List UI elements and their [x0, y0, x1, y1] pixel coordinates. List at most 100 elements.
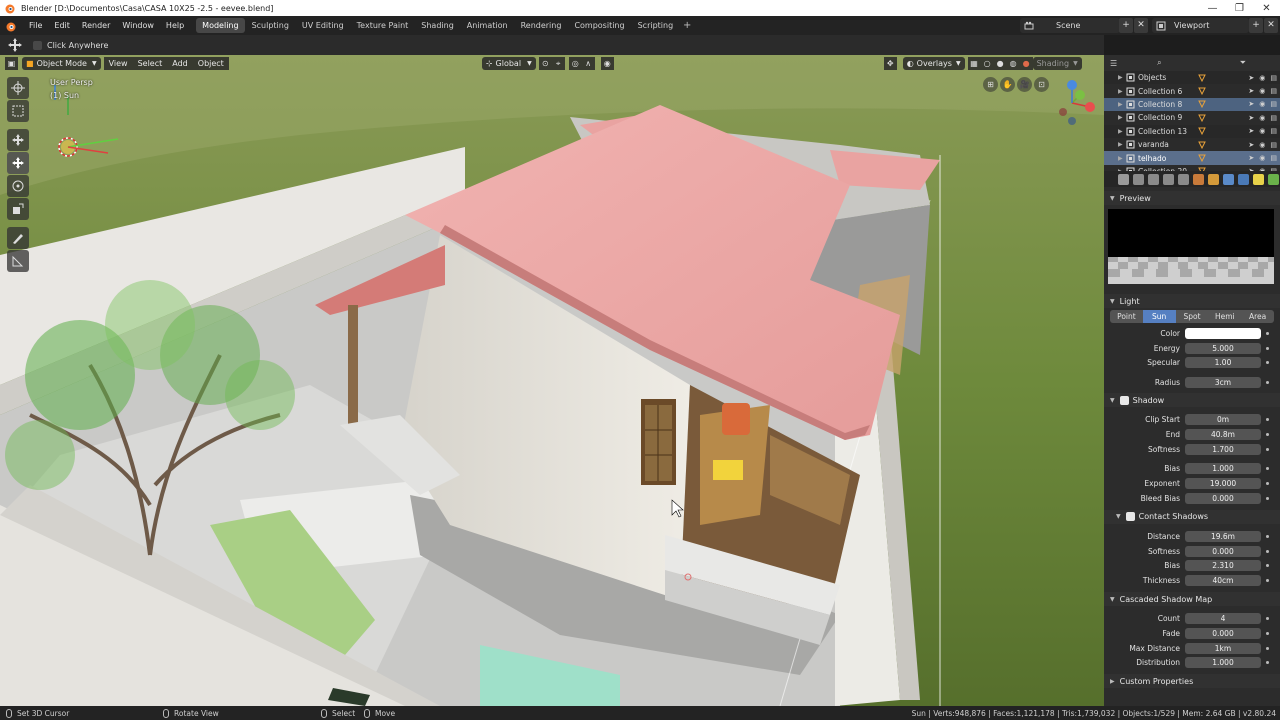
- minimize-button[interactable]: —: [1199, 0, 1226, 16]
- keyframe-dot-icon[interactable]: [1266, 346, 1269, 350]
- keyframe-dot-icon[interactable]: [1266, 381, 1269, 385]
- render-tab-icon[interactable]: [1133, 173, 1144, 185]
- contact-shadows-checkbox[interactable]: [1125, 512, 1135, 522]
- solid-shading-icon[interactable]: ●: [993, 57, 1007, 70]
- select-arrow-icon[interactable]: ➤: [1248, 154, 1254, 162]
- add-workspace-button[interactable]: +: [680, 20, 694, 31]
- cursor-tool[interactable]: [7, 77, 29, 99]
- tab-compositing[interactable]: Compositing: [568, 18, 630, 33]
- pan-view-icon[interactable]: ✋: [1000, 77, 1015, 92]
- overlays-dropdown[interactable]: ◐ Overlays ▼: [902, 57, 965, 70]
- view-layer-tab-icon[interactable]: [1163, 173, 1174, 185]
- annotate-tool[interactable]: [7, 227, 29, 249]
- keyframe-dot-icon[interactable]: [1266, 497, 1269, 501]
- menu-select[interactable]: Select: [132, 57, 168, 70]
- keyframe-dot-icon[interactable]: [1266, 482, 1269, 486]
- zoom-view-icon[interactable]: ⊞: [983, 77, 998, 92]
- falloff-icon[interactable]: ∧: [581, 57, 595, 70]
- expand-arrow-icon[interactable]: ▶: [1118, 114, 1126, 121]
- expand-arrow-icon[interactable]: ▶: [1118, 101, 1126, 108]
- eye-icon[interactable]: ◉: [1259, 74, 1265, 82]
- tab-modeling[interactable]: Modeling: [196, 18, 245, 33]
- exponent-field[interactable]: 19.000: [1185, 478, 1261, 490]
- specular-field[interactable]: 1.00: [1185, 357, 1261, 369]
- shadow-panel-header[interactable]: ▼ Shadow: [1104, 393, 1280, 408]
- shadow-checkbox[interactable]: [1119, 395, 1129, 405]
- camera-render-icon[interactable]: ▤: [1270, 74, 1277, 82]
- shading-dropdown[interactable]: Shading ▼: [1032, 57, 1082, 70]
- orientation-dropdown[interactable]: ⊹ Global ▼: [481, 57, 536, 70]
- select-arrow-icon[interactable]: ➤: [1248, 141, 1254, 149]
- light-data-tab-icon[interactable]: [1253, 173, 1264, 185]
- output-tab-icon[interactable]: [1148, 173, 1159, 185]
- proportional-edit-icon[interactable]: ◎: [568, 57, 582, 70]
- select-arrow-icon[interactable]: ➤: [1248, 127, 1254, 135]
- maximize-button[interactable]: ❐: [1226, 0, 1253, 16]
- keyframe-dot-icon[interactable]: [1266, 631, 1269, 635]
- distance-field[interactable]: 19.6m: [1185, 530, 1261, 542]
- select-arrow-icon[interactable]: ➤: [1248, 74, 1254, 82]
- outliner-row[interactable]: ▶ varanda ➤ ◉ ▤: [1104, 137, 1280, 152]
- camera-render-icon[interactable]: ▤: [1270, 87, 1277, 95]
- tool-tab-icon[interactable]: [1118, 173, 1129, 185]
- color-field[interactable]: [1185, 327, 1261, 339]
- outliner-filter-icon[interactable]: ⏷: [1240, 58, 1246, 68]
- keyframe-dot-icon[interactable]: [1266, 361, 1269, 365]
- tab-rendering[interactable]: Rendering: [515, 18, 568, 33]
- camera-view-icon[interactable]: 🎥: [1017, 77, 1032, 92]
- xray-icon[interactable]: ▦: [967, 57, 981, 70]
- lookdev-shading-icon[interactable]: ◍: [1006, 57, 1020, 70]
- delete-scene-button[interactable]: ✕: [1134, 18, 1148, 33]
- select-box-tool[interactable]: [7, 100, 29, 122]
- close-window-button[interactable]: ✕: [1253, 0, 1280, 16]
- perspective-toggle-icon[interactable]: ⊡: [1034, 77, 1049, 92]
- expand-arrow-icon[interactable]: ▶: [1118, 128, 1126, 135]
- menu-view[interactable]: View: [103, 57, 133, 70]
- fade-field[interactable]: 0.000: [1185, 627, 1261, 639]
- select-arrow-icon[interactable]: ➤: [1248, 87, 1254, 95]
- object-tab-icon[interactable]: [1208, 173, 1219, 185]
- move-tool-icon[interactable]: [7, 37, 23, 53]
- tab-shading[interactable]: Shading: [415, 18, 460, 33]
- outliner-row[interactable]: ▶ Collection 6 ➤ ◉ ▤: [1104, 84, 1280, 98]
- scale-tool[interactable]: [7, 198, 29, 220]
- outliner-row[interactable]: ▶ Collection 13 ➤ ◉ ▤: [1104, 125, 1280, 138]
- keyframe-dot-icon[interactable]: [1266, 549, 1269, 553]
- keyframe-dot-icon[interactable]: [1266, 447, 1269, 451]
- keyframe-dot-icon[interactable]: [1266, 579, 1269, 583]
- eye-icon[interactable]: ◉: [1259, 127, 1265, 135]
- eye-icon[interactable]: ◉: [1259, 87, 1265, 95]
- softness-field[interactable]: 1.700: [1185, 443, 1261, 455]
- scene-render[interactable]: [0, 55, 1104, 706]
- object-types-icon[interactable]: ◉: [600, 57, 614, 70]
- keyframe-dot-icon[interactable]: [1266, 564, 1269, 568]
- distribution-field[interactable]: 1.000: [1185, 657, 1261, 669]
- eye-icon[interactable]: ◉: [1259, 100, 1265, 108]
- thickness-field[interactable]: 40cm: [1185, 575, 1261, 587]
- 3d-viewport[interactable]: ▣ ■ Object Mode ▼ View Select Add Object…: [0, 55, 1104, 706]
- tab-uv-editing[interactable]: UV Editing: [296, 18, 350, 33]
- eye-icon[interactable]: ◉: [1259, 141, 1265, 149]
- outliner-editor-icon[interactable]: ☰: [1110, 59, 1117, 68]
- click-anywhere-checkbox[interactable]: [33, 40, 42, 50]
- eye-icon[interactable]: ◉: [1259, 114, 1265, 122]
- select-arrow-icon[interactable]: ➤: [1248, 114, 1254, 122]
- energy-field[interactable]: 5.000: [1185, 342, 1261, 354]
- menu-edit[interactable]: Edit: [48, 16, 76, 35]
- pivot-icon[interactable]: ⊙: [538, 57, 552, 70]
- snap-icon[interactable]: ⌖: [551, 57, 565, 70]
- light-type-spot[interactable]: Spot: [1175, 310, 1209, 323]
- menu-file[interactable]: File: [23, 16, 48, 35]
- measure-tool[interactable]: [7, 250, 29, 272]
- contact-shadows-panel-header[interactable]: ▼ Contact Shadows: [1104, 509, 1280, 524]
- softness-field[interactable]: 0.000: [1185, 545, 1261, 557]
- light-type-hemi[interactable]: Hemi: [1208, 310, 1242, 323]
- camera-render-icon[interactable]: ▤: [1270, 141, 1277, 149]
- bleed-bias-field[interactable]: 0.000: [1185, 493, 1261, 505]
- tab-animation[interactable]: Animation: [461, 18, 514, 33]
- tab-scripting[interactable]: Scripting: [632, 18, 680, 33]
- menu-render[interactable]: Render: [76, 16, 116, 35]
- light-panel-header[interactable]: ▼ Light: [1104, 294, 1280, 308]
- count-field[interactable]: 4: [1185, 613, 1261, 625]
- new-view-layer-button[interactable]: +: [1249, 18, 1263, 33]
